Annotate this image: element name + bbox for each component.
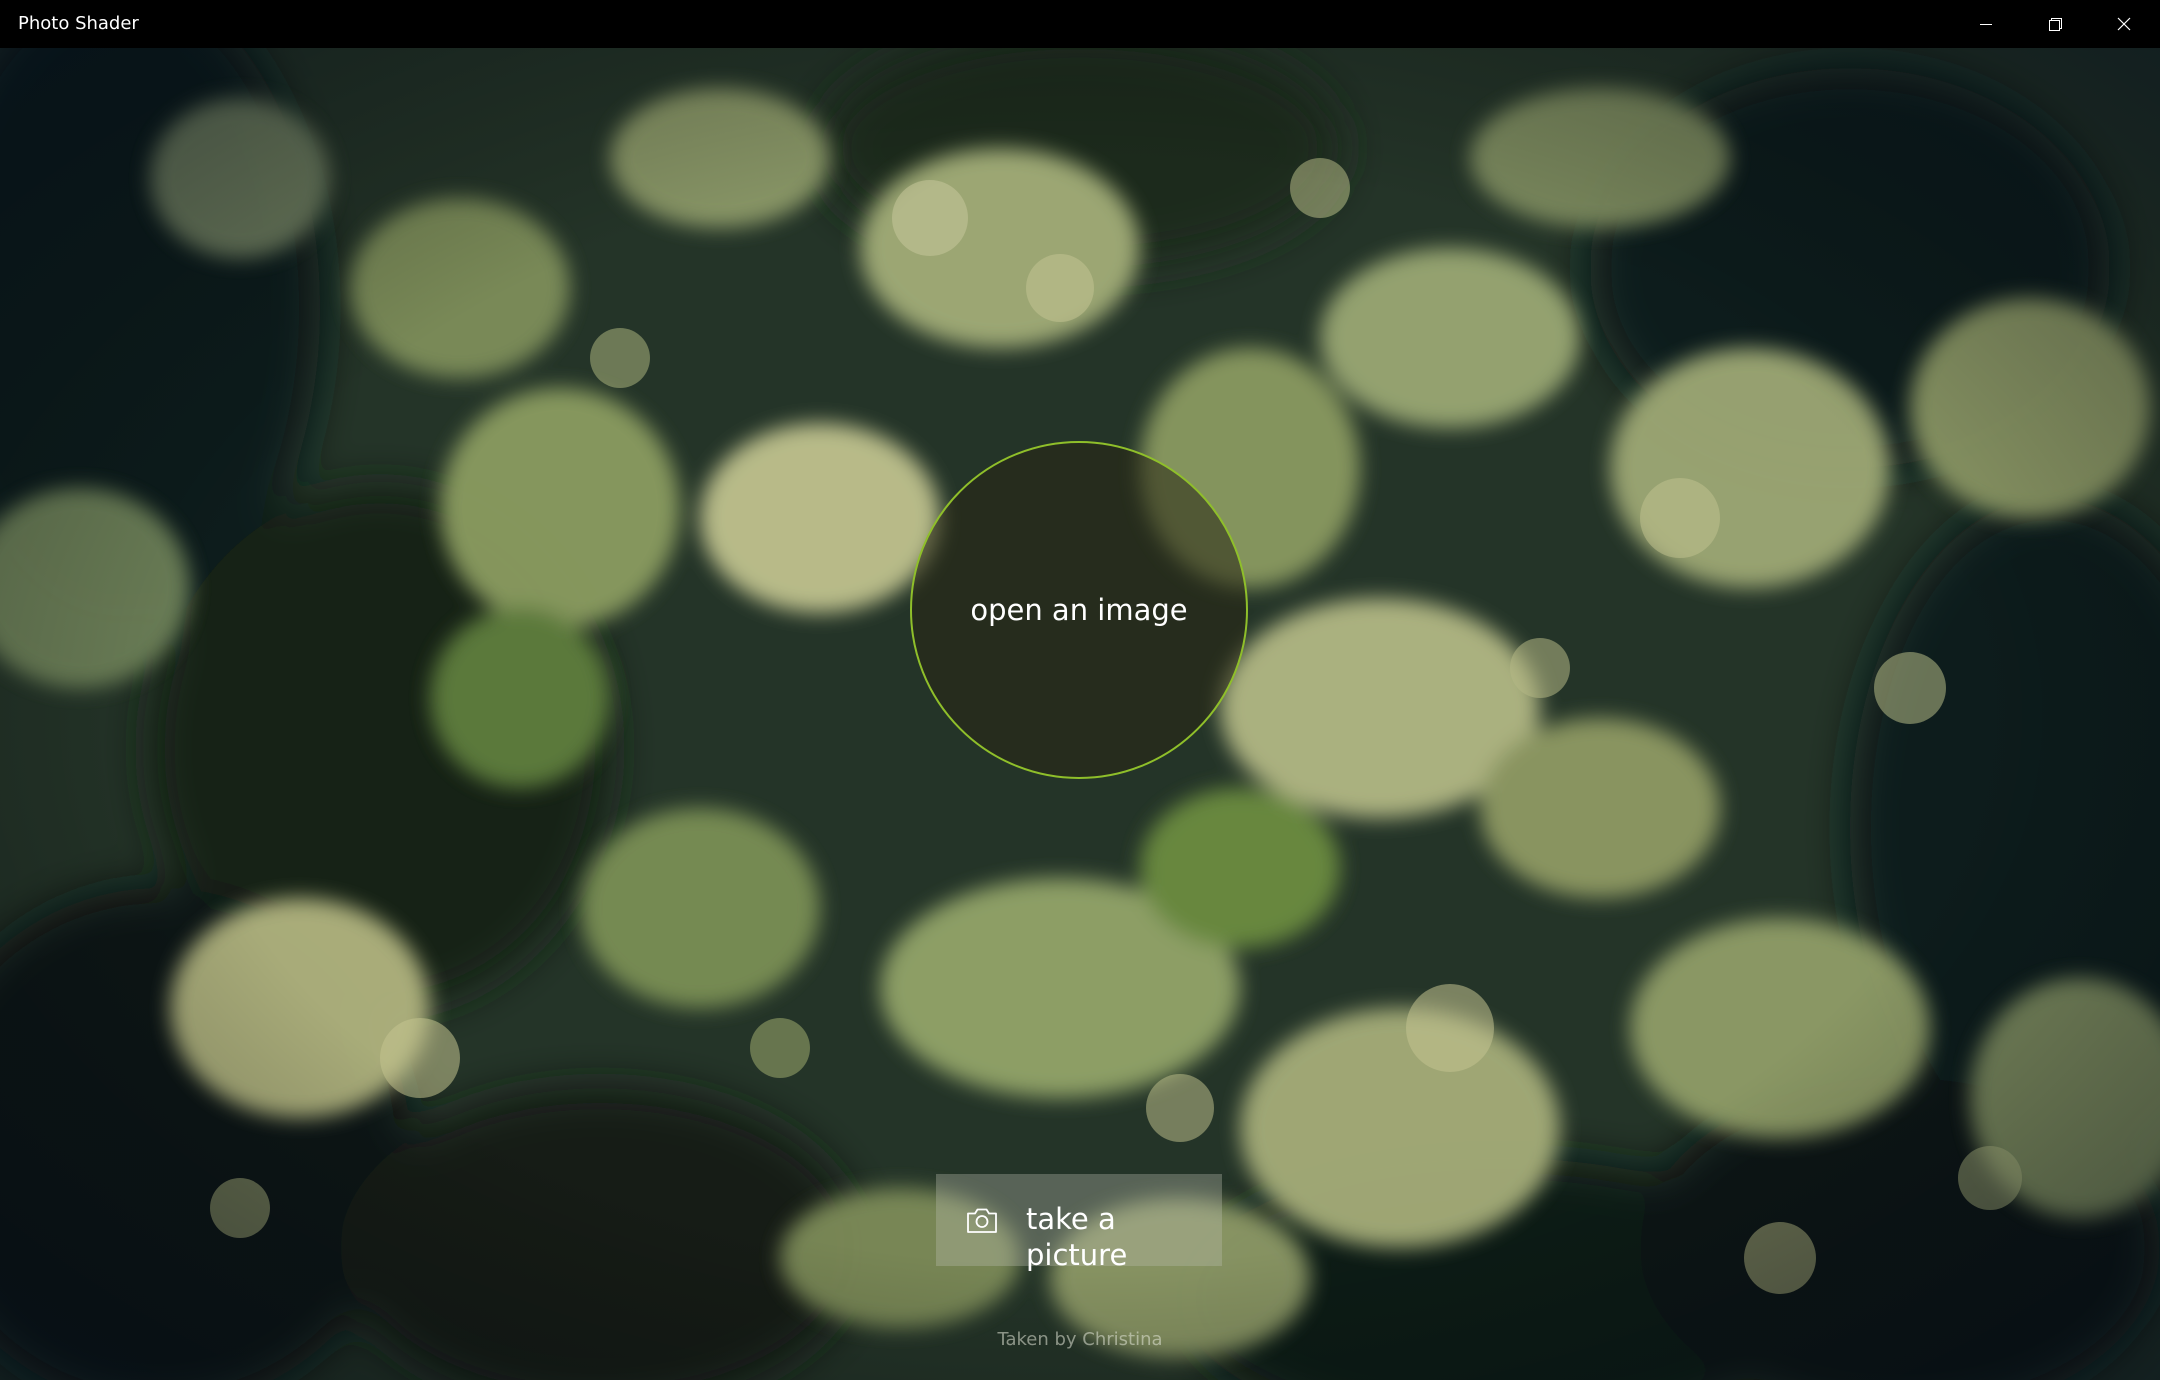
camera-icon	[967, 1208, 997, 1233]
close-icon	[2117, 17, 2131, 31]
take-picture-button[interactable]: take a picture	[936, 1174, 1222, 1272]
photo-credit: Taken by Christina	[997, 1329, 1163, 1350]
close-button[interactable]	[2090, 0, 2158, 48]
open-image-button[interactable]: open an image	[910, 441, 1248, 779]
restore-button[interactable]	[2021, 0, 2089, 48]
title-bar[interactable]: Photo Shader	[0, 0, 2160, 48]
app-window: Photo Shader open an image take a pictur…	[0, 0, 2160, 1380]
take-picture-label: take a picture	[1026, 1202, 1128, 1272]
minimize-icon	[1980, 24, 1992, 25]
minimize-button[interactable]	[1952, 0, 2020, 48]
restore-icon	[2049, 18, 2062, 31]
app-title: Photo Shader	[18, 13, 139, 34]
open-image-label: open an image	[970, 593, 1188, 627]
